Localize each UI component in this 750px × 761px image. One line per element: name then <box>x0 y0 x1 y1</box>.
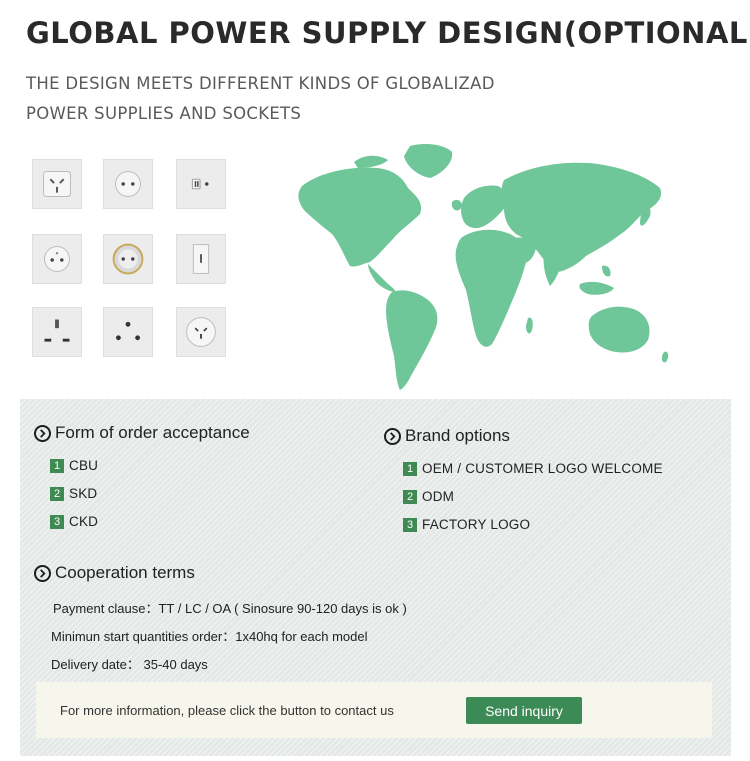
contact-text: For more information, please click the b… <box>60 703 394 718</box>
chevron-right-circle-icon <box>34 424 51 442</box>
eu-round-socket-icon <box>103 159 153 209</box>
vertical-slot-socket-icon <box>176 234 226 284</box>
brand-options-heading: Brand options <box>384 426 510 446</box>
item-number-badge: 3 <box>50 514 64 529</box>
item-number-badge: 1 <box>403 461 417 476</box>
item-label: CBU <box>69 458 99 473</box>
subtitle-line-1: THE DESIGN MEETS DIFFERENT KINDS OF GLOB… <box>26 74 495 93</box>
item-label: OEM / CUSTOMER LOGO WELCOME <box>422 461 663 476</box>
chevron-right-circle-icon <box>384 427 401 445</box>
list-item: 3 FACTORY LOGO <box>403 517 530 532</box>
item-label: FACTORY LOGO <box>422 517 531 532</box>
item-label: ODM <box>422 489 455 504</box>
au-socket-icon <box>32 159 82 209</box>
delivery-date-text: Delivery date： 35-40 days <box>51 657 208 672</box>
moq-text: Minimun start quantities order：1x40hq fo… <box>51 629 368 644</box>
list-item: 3 CKD <box>50 514 98 529</box>
payment-clause-text: Payment clause：TT / LC / OA ( Sinosure 9… <box>53 601 407 616</box>
order-acceptance-label: Form of order acceptance <box>55 423 250 442</box>
item-number-badge: 2 <box>403 489 417 504</box>
world-map-image <box>298 144 669 390</box>
schuko-socket-icon <box>103 234 153 284</box>
send-inquiry-button[interactable]: Send inquiry <box>466 697 582 724</box>
chevron-right-circle-icon <box>34 564 51 582</box>
two-pin-flat-socket-icon <box>176 159 226 209</box>
contact-bar: For more information, please click the b… <box>36 682 712 738</box>
cooperation-terms-heading: Cooperation terms <box>34 563 195 583</box>
uk-socket-icon <box>32 307 82 357</box>
item-label: CKD <box>69 514 99 529</box>
item-number-badge: 2 <box>50 486 64 501</box>
china-socket-icon <box>176 307 226 357</box>
item-label: SKD <box>69 486 98 501</box>
list-item: 1 OEM / CUSTOMER LOGO WELCOME <box>403 461 663 476</box>
page-title: GLOBAL POWER SUPPLY DESIGN(OPTIONAL) <box>26 16 750 50</box>
list-item: 2 SKD <box>50 486 97 501</box>
item-number-badge: 3 <box>403 517 417 532</box>
list-item: 1 CBU <box>50 458 98 473</box>
order-acceptance-heading: Form of order acceptance <box>34 423 250 443</box>
brand-options-label: Brand options <box>405 426 510 445</box>
subtitle-line-2: POWER SUPPLIES AND SOCKETS <box>26 104 302 123</box>
item-number-badge: 1 <box>50 458 64 473</box>
round-three-pin-socket-icon <box>103 307 153 357</box>
list-item: 2 ODM <box>403 489 454 504</box>
cooperation-terms-label: Cooperation terms <box>55 563 195 582</box>
french-socket-icon <box>32 234 82 284</box>
